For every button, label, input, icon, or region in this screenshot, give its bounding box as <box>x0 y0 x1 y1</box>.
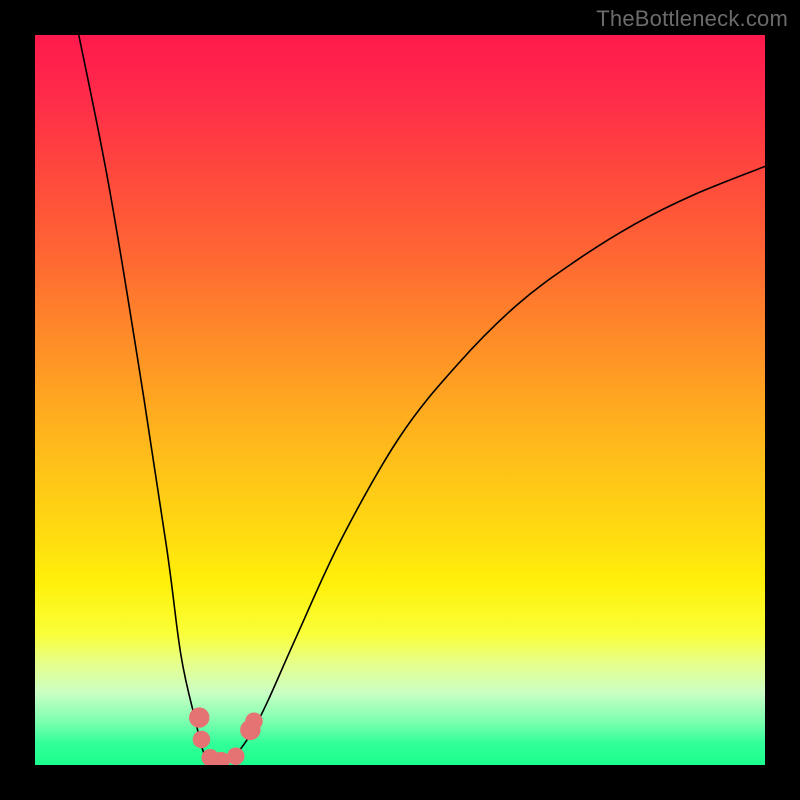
curve-marker <box>227 747 245 765</box>
watermark-text: TheBottleneck.com <box>596 6 788 32</box>
curve-marker <box>245 712 263 730</box>
curve-marker <box>193 731 211 749</box>
bottleneck-curve <box>79 35 765 765</box>
curve-svg <box>35 35 765 765</box>
plot-area <box>35 35 765 765</box>
curve-marker <box>189 707 209 727</box>
curve-markers <box>189 707 263 765</box>
chart-frame: TheBottleneck.com <box>0 0 800 800</box>
